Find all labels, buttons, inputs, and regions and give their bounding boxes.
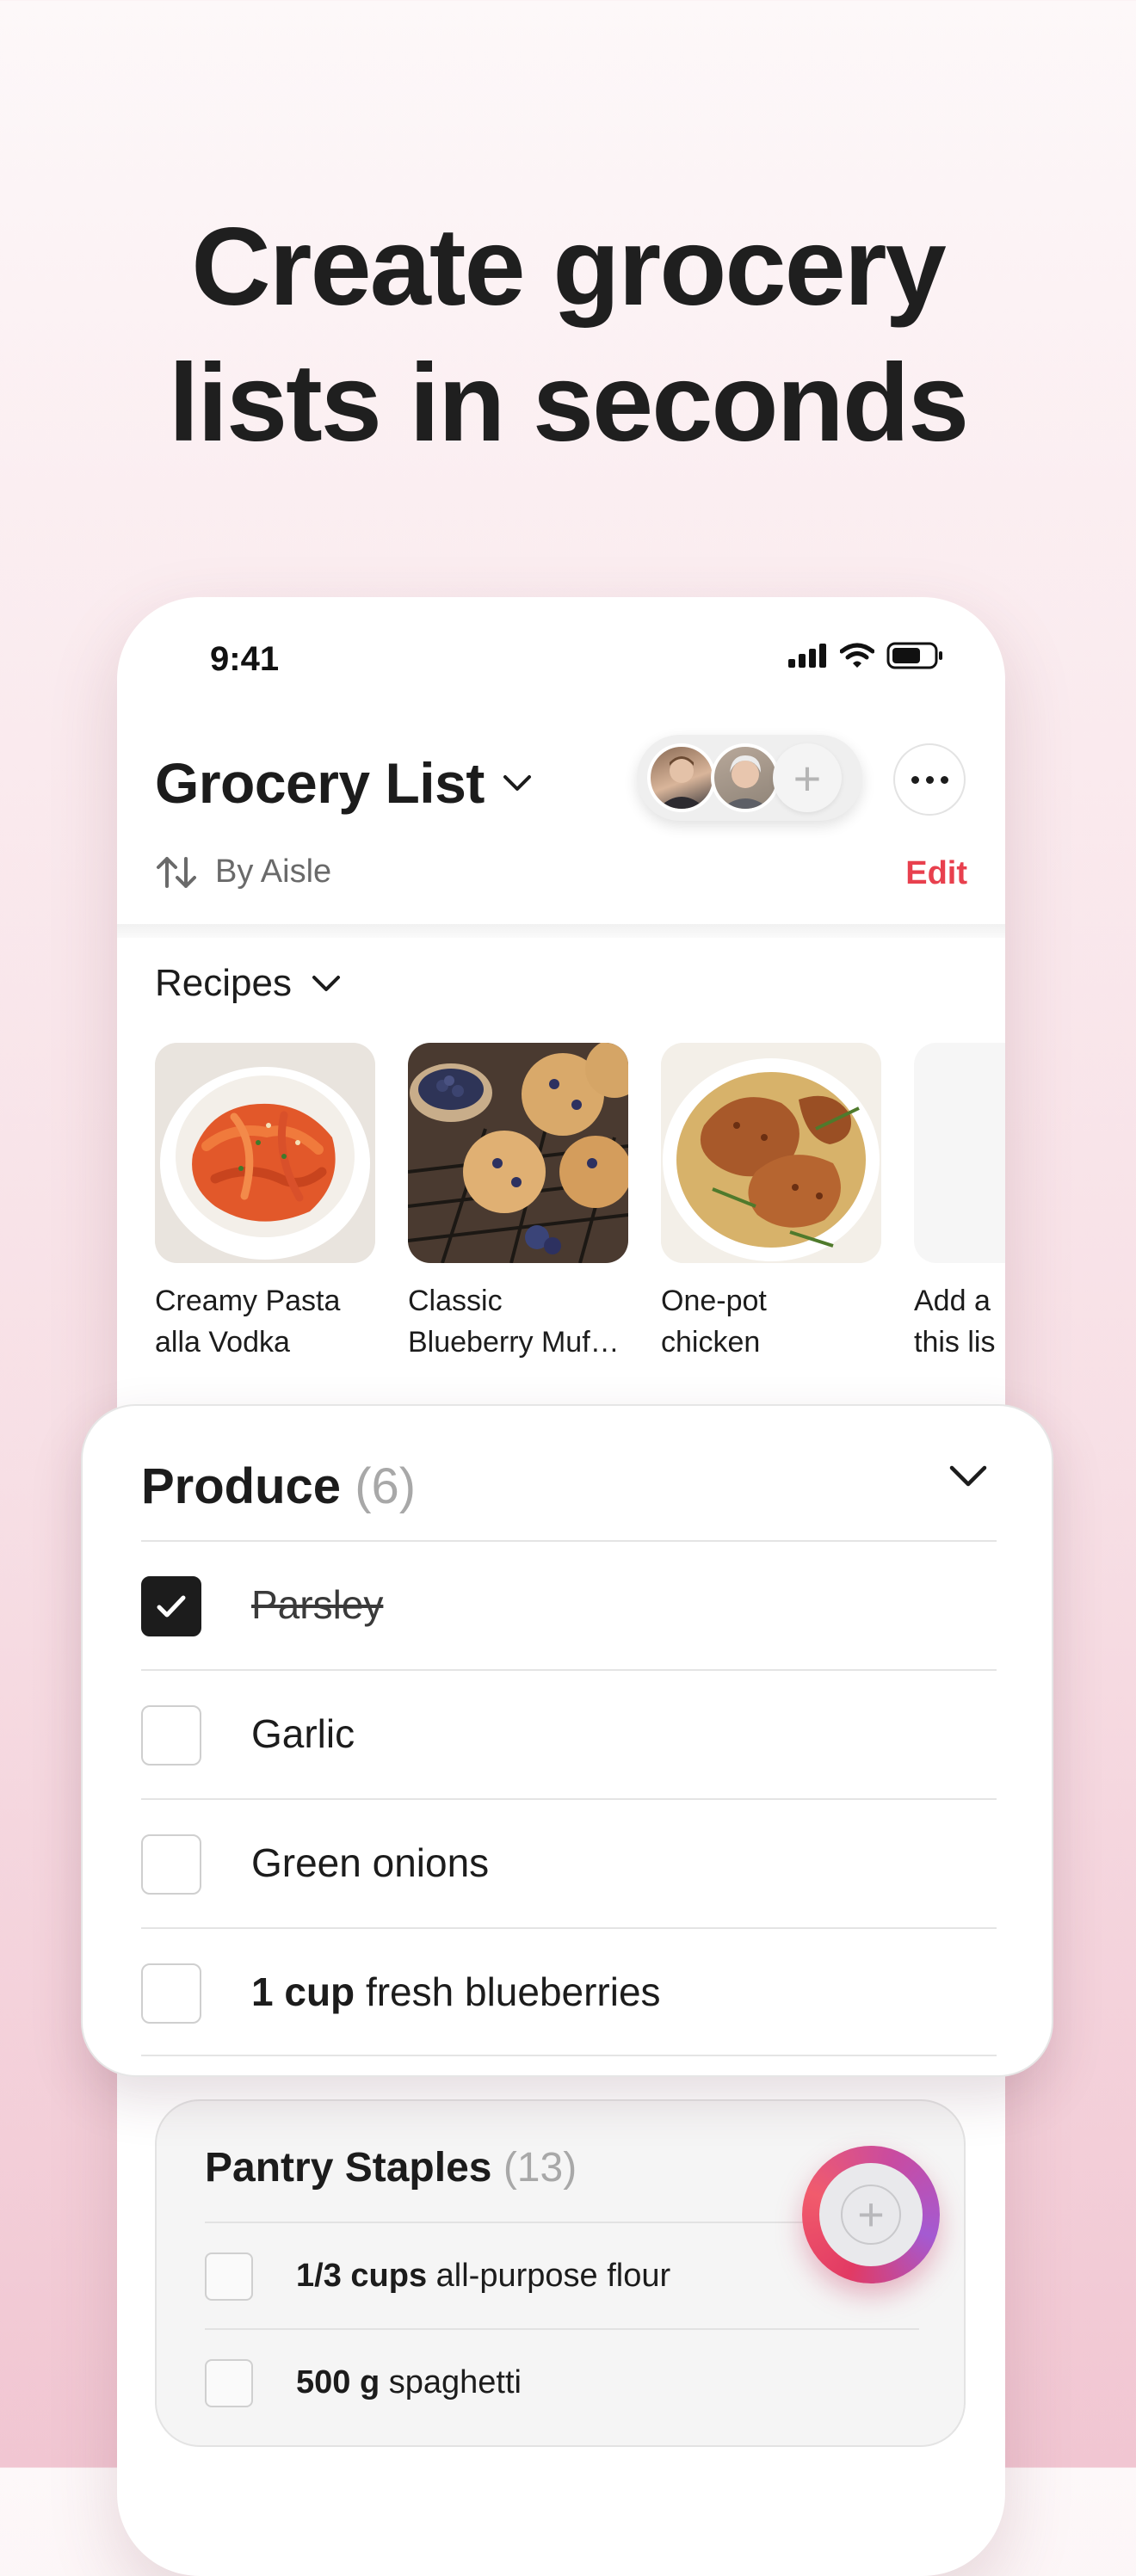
avatar[interactable] — [711, 743, 780, 812]
recipe-name-line: Creamy Pasta — [155, 1285, 341, 1317]
sort-arrows-icon — [157, 856, 196, 888]
section-title: Pantry Staples — [205, 2145, 492, 2191]
chevron-down-icon — [312, 976, 340, 991]
chevron-down-icon[interactable] — [948, 1463, 988, 1488]
recipe-name: Creamy Pasta alla Vodka — [155, 1280, 375, 1363]
add-item-fab[interactable]: + — [802, 2146, 940, 2283]
item-name: all-purpose flour — [435, 2258, 671, 2294]
item-quantity: 1 cup — [251, 1969, 355, 2014]
section-count: (13) — [503, 2145, 577, 2191]
list-item[interactable]: 1 cup fresh blueberries — [141, 1927, 997, 2056]
item-text: Green onions — [251, 1840, 489, 1886]
item-text: 1/3 cups all-purpose flour — [296, 2258, 670, 2295]
headline-line-1: Create grocery — [191, 206, 947, 329]
recipe-name: One-pot chicken — [661, 1280, 881, 1363]
item-quantity: 500 g — [296, 2364, 380, 2400]
fab-inner: + — [819, 2163, 923, 2266]
recipe-card-pasta[interactable]: Creamy Pasta alla Vodka — [155, 1043, 375, 1363]
produce-section: Produce (6) Parsley Garlic Green onions … — [81, 1404, 1053, 2077]
list-item[interactable]: Parsley — [141, 1540, 997, 1669]
sort-button[interactable]: By Aisle — [155, 854, 331, 891]
muffins-photo — [408, 1043, 628, 1263]
edit-button[interactable]: Edit — [905, 855, 967, 892]
item-text: 1 cup fresh blueberries — [251, 1969, 661, 2015]
more-options-button[interactable] — [893, 743, 966, 816]
chicken-photo — [661, 1043, 881, 1263]
section-header[interactable]: Pantry Staples (13) — [205, 2144, 577, 2191]
recipe-name-line: this lis — [914, 1326, 996, 1359]
item-name: spaghetti — [388, 2364, 522, 2400]
list-item[interactable]: Green onions — [141, 1798, 997, 1927]
recipe-name-line: Classic — [408, 1285, 503, 1317]
dot — [925, 775, 934, 784]
recipe-name-line: alla Vodka — [155, 1326, 290, 1359]
dot — [911, 775, 919, 784]
recipe-card-muffins[interactable]: Classic Blueberry Muf… — [408, 1043, 628, 1363]
recipes-label: Recipes — [155, 962, 292, 1004]
recipe-name: Add a this lis — [914, 1280, 1005, 1363]
chevron-down-icon — [503, 775, 531, 791]
headline: Create grocery lists in seconds — [0, 200, 1136, 471]
recipe-name: Classic Blueberry Muf… — [408, 1280, 628, 1363]
item-text: Garlic — [251, 1710, 355, 1757]
item-name: fresh blueberries — [365, 1969, 661, 2014]
plus-icon: + — [841, 2185, 901, 2245]
section-count: (6) — [355, 1458, 417, 1514]
status-time: 9:41 — [210, 640, 280, 678]
divider — [117, 924, 1005, 938]
recipes-dropdown[interactable]: Recipes — [155, 962, 342, 1005]
section-title: Produce — [141, 1458, 342, 1514]
item-checkbox[interactable] — [141, 1963, 201, 2024]
item-quantity: 1/3 cups — [296, 2258, 428, 2294]
section-header[interactable]: Produce (6) — [141, 1457, 416, 1515]
add-recipe-placeholder — [914, 1043, 1005, 1263]
checkmark-icon — [157, 1595, 186, 1618]
recipe-name-line: Add a — [914, 1285, 991, 1317]
page-title: Grocery List — [155, 751, 485, 815]
item-name: Parsley — [251, 1582, 384, 1627]
list-item[interactable]: 500 g spaghetti — [205, 2328, 919, 2435]
item-checkbox[interactable] — [141, 1576, 201, 1636]
item-text: Parsley — [251, 1581, 383, 1628]
list-item[interactable]: Garlic — [141, 1669, 997, 1798]
item-checkbox[interactable] — [141, 1705, 201, 1766]
add-recipe-card[interactable]: Add a this lis — [914, 1043, 1005, 1363]
recipe-name-line: Blueberry Muf… — [408, 1326, 620, 1359]
add-collaborator-button[interactable]: + — [773, 743, 842, 812]
avatar[interactable] — [647, 743, 716, 812]
sort-label: By Aisle — [215, 854, 332, 890]
status-icons — [788, 642, 943, 669]
pasta-photo — [155, 1043, 375, 1263]
item-text: 500 g spaghetti — [296, 2364, 522, 2401]
item-checkbox[interactable] — [205, 2252, 253, 2301]
wifi-icon — [840, 643, 874, 668]
recipe-name-line: One-pot — [661, 1285, 767, 1317]
collaborators-group[interactable]: + — [637, 735, 862, 821]
list-title-dropdown[interactable]: Grocery List — [155, 750, 533, 816]
recipe-card-chicken[interactable]: One-pot chicken — [661, 1043, 881, 1363]
battery-icon — [886, 642, 942, 669]
item-checkbox[interactable] — [205, 2359, 253, 2407]
dot — [940, 775, 948, 784]
item-name: Garlic — [251, 1711, 355, 1756]
signal-icon — [788, 644, 826, 668]
recipe-name-line: chicken — [661, 1326, 761, 1359]
headline-line-2: lists in seconds — [168, 342, 969, 465]
item-checkbox[interactable] — [141, 1834, 201, 1895]
item-name: Green onions — [251, 1840, 490, 1885]
